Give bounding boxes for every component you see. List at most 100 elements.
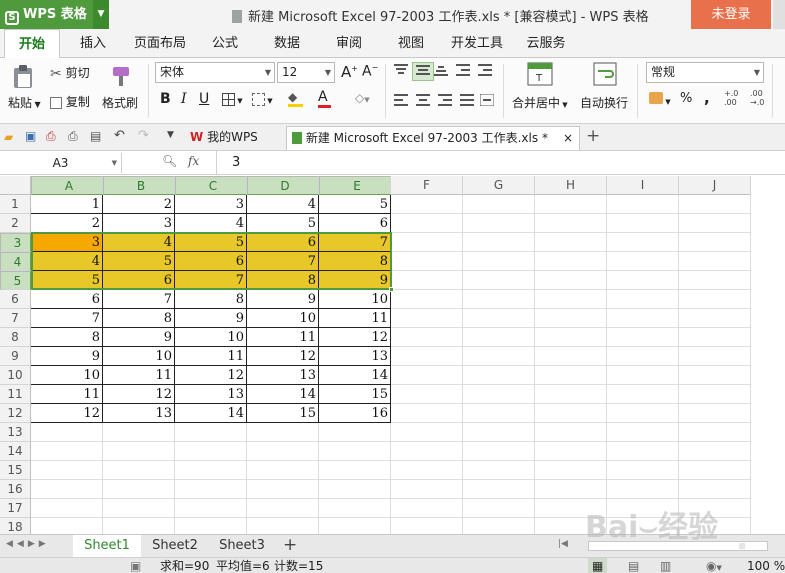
grid-cell[interactable] — [679, 404, 751, 423]
grid-cell[interactable] — [607, 233, 679, 252]
grid-cell[interactable] — [319, 480, 391, 499]
shrink-font-icon[interactable]: A− — [362, 63, 378, 80]
grid-cell[interactable] — [535, 252, 607, 271]
grid-cell[interactable] — [607, 309, 679, 328]
column-header[interactable]: A — [31, 176, 103, 195]
grid-cell[interactable] — [391, 366, 463, 385]
grid-cell[interactable] — [679, 480, 751, 499]
grid-cell[interactable] — [607, 404, 679, 423]
grid-cell[interactable] — [391, 461, 463, 480]
grid-cell[interactable] — [247, 461, 319, 480]
merge-center-button[interactable]: 合并居中 ▼ — [512, 94, 568, 111]
grid-cell[interactable] — [607, 385, 679, 404]
undo-icon[interactable]: ↶ — [114, 128, 125, 143]
grid-cell[interactable]: 5 — [319, 195, 391, 214]
grid-cell[interactable] — [175, 461, 247, 480]
grid-cell[interactable] — [607, 290, 679, 309]
grid-cell[interactable] — [679, 461, 751, 480]
grid-cell[interactable] — [463, 214, 535, 233]
row-header[interactable]: 6 — [0, 290, 31, 309]
sheet-tab-1[interactable]: Sheet1 — [73, 535, 141, 557]
column-header[interactable]: H — [535, 176, 607, 195]
grid-cell[interactable] — [535, 404, 607, 423]
currency-icon[interactable]: ▼ — [649, 92, 671, 107]
copy-button[interactable]: 复制 — [50, 93, 90, 110]
grid-cell[interactable] — [319, 423, 391, 442]
grid-cell[interactable]: 9 — [319, 271, 391, 290]
grid-cell[interactable] — [31, 480, 103, 499]
grid-cell[interactable] — [463, 442, 535, 461]
grid-cell[interactable]: 8 — [175, 290, 247, 309]
grid-cell[interactable] — [391, 252, 463, 271]
grid-cell[interactable]: 9 — [175, 309, 247, 328]
grid-cell[interactable]: 11 — [31, 385, 103, 404]
align-right-icon[interactable] — [438, 94, 452, 109]
grid-cell[interactable]: 3 — [175, 195, 247, 214]
grid-cell[interactable]: 9 — [31, 347, 103, 366]
format-painter-button[interactable]: 格式刷 — [102, 94, 138, 111]
grid-cell[interactable] — [679, 385, 751, 404]
window-control[interactable] — [773, 0, 785, 29]
grid-cell[interactable]: 13 — [319, 347, 391, 366]
align-middle-icon[interactable] — [412, 62, 434, 81]
grid-cell[interactable] — [463, 195, 535, 214]
grid-cell[interactable]: 15 — [247, 404, 319, 423]
grid-cell[interactable] — [175, 423, 247, 442]
grid-cell[interactable]: 10 — [247, 309, 319, 328]
grid-cell[interactable]: 13 — [103, 404, 175, 423]
grow-font-icon[interactable]: A+ — [341, 63, 358, 81]
grid-cell[interactable] — [535, 328, 607, 347]
app-menu-dropdown-icon[interactable]: ▼ — [93, 0, 109, 29]
justify-icon[interactable] — [460, 94, 474, 109]
grid-cell[interactable]: 6 — [319, 214, 391, 233]
grid-cell[interactable] — [31, 461, 103, 480]
page-layout-view-icon[interactable]: ▤ — [628, 558, 639, 573]
grid-cell[interactable] — [679, 347, 751, 366]
row-header[interactable]: 3 — [0, 233, 31, 252]
grid-cell[interactable] — [391, 385, 463, 404]
font-name-select[interactable]: 宋体 ▼ — [155, 62, 275, 83]
open-folder-icon[interactable]: ▰ — [4, 130, 13, 144]
sheet-tab-2[interactable]: Sheet2 — [143, 535, 207, 557]
tab-home[interactable]: 开始 — [4, 29, 60, 59]
grid-cell[interactable] — [535, 195, 607, 214]
comma-button[interactable]: , — [704, 89, 710, 107]
row-header[interactable]: 13 — [0, 423, 31, 442]
grid-cell[interactable] — [391, 233, 463, 252]
grid-cell[interactable]: 12 — [175, 366, 247, 385]
grid-cell[interactable] — [463, 461, 535, 480]
paste-button[interactable]: 粘贴 ▼ — [8, 94, 41, 111]
grid-cell[interactable] — [679, 252, 751, 271]
row-header[interactable]: 1 — [0, 195, 31, 214]
fill-color-icon[interactable]: ◆ — [288, 90, 303, 107]
grid-cell[interactable]: 4 — [31, 252, 103, 271]
grid-cell[interactable] — [391, 271, 463, 290]
grid-cell[interactable] — [391, 309, 463, 328]
grid-cell[interactable]: 5 — [175, 233, 247, 252]
grid-cell[interactable]: 8 — [319, 252, 391, 271]
tab-cloud[interactable]: 云服务 — [520, 29, 572, 58]
grid-cell[interactable] — [535, 385, 607, 404]
align-bottom-icon[interactable] — [434, 64, 448, 79]
grid-cell[interactable]: 9 — [247, 290, 319, 309]
login-button[interactable]: 未登录 — [691, 0, 771, 29]
grid-cell[interactable] — [535, 480, 607, 499]
grid-cell[interactable] — [607, 271, 679, 290]
grid-cell[interactable] — [679, 423, 751, 442]
tab-insert[interactable]: 插入 — [72, 29, 114, 58]
clear-format-icon[interactable]: ◇▼ — [355, 91, 370, 105]
grid-cell[interactable] — [319, 461, 391, 480]
column-header[interactable]: J — [679, 176, 751, 195]
distributed-icon[interactable] — [479, 93, 495, 109]
grid-cell[interactable]: 3 — [31, 233, 103, 252]
grid-cell[interactable] — [175, 499, 247, 518]
grid-cell[interactable] — [679, 328, 751, 347]
indent-increase-icon[interactable] — [478, 64, 492, 79]
format-painter-icon[interactable] — [109, 64, 133, 91]
row-header[interactable]: 8 — [0, 328, 31, 347]
grid-cell[interactable] — [175, 480, 247, 499]
grid-cell[interactable] — [391, 423, 463, 442]
grid-cell[interactable]: 9 — [103, 328, 175, 347]
close-tab-icon[interactable]: × — [563, 127, 573, 149]
grid-cell[interactable]: 11 — [319, 309, 391, 328]
